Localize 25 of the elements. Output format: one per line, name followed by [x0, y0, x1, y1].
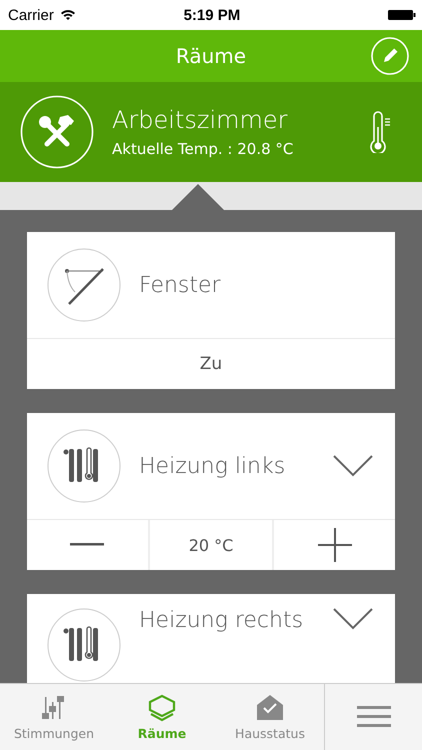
device-name: Fenster — [139, 272, 222, 298]
window-icon — [47, 248, 121, 322]
plus-icon — [318, 528, 352, 562]
tab[interactable]: Stimmungen — [0, 684, 108, 750]
tab[interactable]: Räume — [108, 684, 216, 750]
window-state: Zu — [200, 354, 222, 374]
room-name: Arbeitszimmer — [112, 106, 289, 134]
menu-icon — [356, 705, 390, 729]
edit-button[interactable] — [371, 37, 409, 75]
device-name: Heizung rechts — [139, 608, 304, 633]
room-temperature: Aktuelle Temp. : 20.8 °C — [112, 140, 294, 158]
minus-icon — [70, 543, 104, 547]
carrier-label: Carrier — [8, 6, 54, 24]
device-name: Heizung links — [139, 454, 286, 478]
battery-icon — [388, 9, 416, 21]
chevron-down-icon[interactable] — [333, 455, 373, 477]
screen-title: Räume — [176, 44, 246, 68]
radiator-icon — [47, 429, 121, 503]
chevron-down-icon[interactable] — [333, 608, 373, 630]
tools-icon — [20, 95, 94, 169]
house-check-icon — [256, 694, 284, 722]
clock-time: 5:19 PM — [182, 6, 242, 24]
tab[interactable]: Hausstatus — [216, 684, 324, 750]
wifi-icon — [60, 9, 76, 21]
layers-icon — [147, 694, 177, 722]
